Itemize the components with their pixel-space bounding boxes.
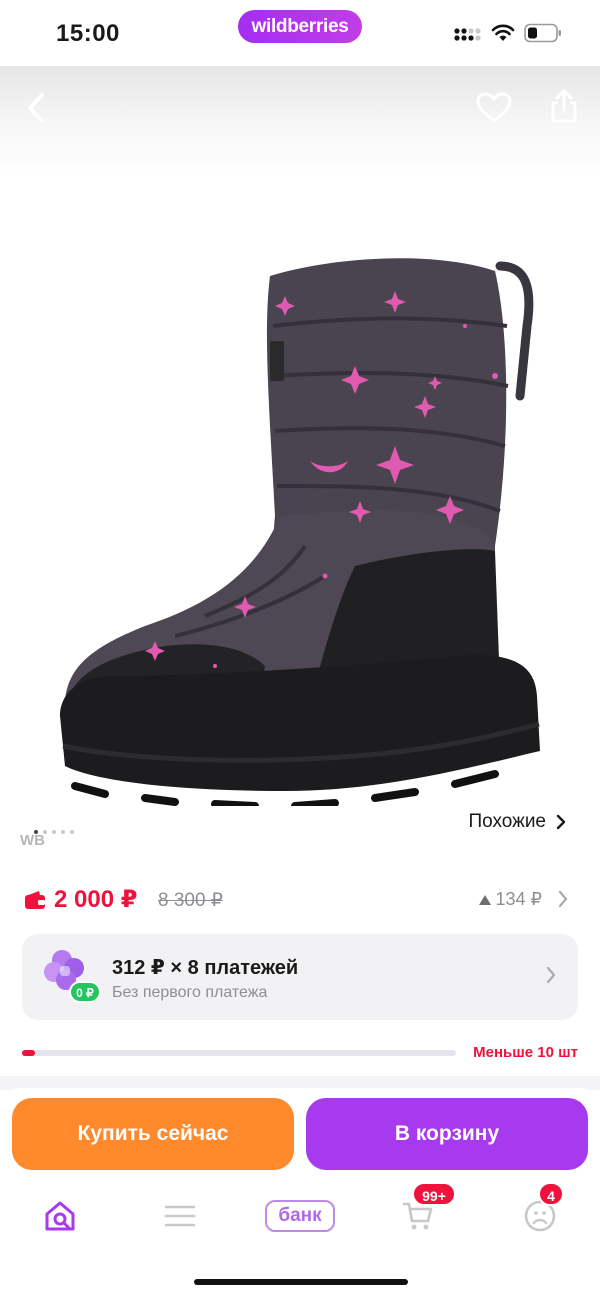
triangle-up-icon bbox=[478, 894, 491, 905]
brand-logo: wildberries bbox=[238, 10, 362, 43]
home-search-icon bbox=[45, 1201, 75, 1231]
share-icon bbox=[551, 89, 577, 123]
price-history[interactable]: 134 ₽ bbox=[478, 889, 543, 910]
stock-progress-fill bbox=[22, 1050, 36, 1056]
similar-products-link[interactable]: Похожие bbox=[468, 811, 566, 833]
installment-clover-icon: 0 ₽ bbox=[44, 950, 101, 1003]
status-icons bbox=[454, 22, 562, 44]
gallery-dot bbox=[52, 830, 56, 834]
cart-badge: 99+ bbox=[412, 1182, 456, 1206]
product-image[interactable] bbox=[55, 246, 545, 806]
gallery-dot bbox=[61, 830, 65, 834]
bank-label: банк bbox=[265, 1200, 335, 1232]
chevron-right-icon bbox=[558, 890, 568, 908]
price-delta-value: 134 ₽ bbox=[495, 889, 543, 909]
product-gallery[interactable] bbox=[0, 66, 600, 856]
stock-progress-track bbox=[22, 1050, 456, 1056]
chevron-right-icon bbox=[546, 966, 556, 984]
installment-title: 312 ₽ × 8 платежей bbox=[112, 957, 299, 979]
similar-label: Похожие bbox=[468, 811, 546, 832]
tab-catalog[interactable] bbox=[150, 1186, 210, 1246]
gallery-dot bbox=[70, 830, 74, 834]
chevron-right-icon bbox=[556, 814, 566, 830]
profile-badge: 4 bbox=[538, 1182, 564, 1206]
wallet-icon bbox=[25, 891, 45, 909]
chevron-left-icon bbox=[28, 93, 44, 123]
favorite-button[interactable] bbox=[472, 86, 516, 130]
gallery-dot-active bbox=[34, 830, 38, 834]
tab-bar: банк 99+ 4 bbox=[0, 1182, 600, 1246]
wifi-icon bbox=[491, 24, 515, 41]
price-current: 2 000 ₽ bbox=[54, 886, 138, 913]
status-time: 15:00 bbox=[56, 20, 120, 47]
installment-subtitle: Без первого платежа bbox=[112, 984, 268, 1001]
share-button[interactable] bbox=[542, 84, 586, 128]
menu-icon bbox=[164, 1205, 196, 1227]
home-indicator bbox=[194, 1279, 408, 1285]
status-bar: 15:00 wildberries bbox=[0, 0, 600, 66]
add-to-cart-button[interactable]: В корзину bbox=[306, 1098, 588, 1170]
tab-profile[interactable]: 4 bbox=[510, 1182, 570, 1246]
stock-label: Меньше 10 шт bbox=[473, 1044, 578, 1061]
gallery-dot bbox=[43, 830, 47, 834]
cellular-signal-icon bbox=[454, 28, 481, 41]
battery-icon bbox=[524, 23, 561, 43]
gallery-pagination bbox=[34, 830, 74, 834]
price-old: 8 300 ₽ bbox=[158, 890, 223, 911]
installment-badge: 0 ₽ bbox=[76, 986, 94, 1000]
heart-icon bbox=[476, 92, 512, 123]
tab-cart[interactable]: 99+ bbox=[388, 1182, 456, 1246]
installment-card[interactable]: 0 ₽ 312 ₽ × 8 платежей Без первого плате… bbox=[22, 934, 578, 1020]
tab-home[interactable] bbox=[30, 1186, 90, 1246]
back-button[interactable] bbox=[14, 86, 58, 130]
gallery-watermark: WB bbox=[20, 832, 45, 849]
price-row[interactable]: 2 000 ₽ 8 300 ₽ 134 ₽ bbox=[24, 884, 576, 918]
buy-now-button[interactable]: Купить сейчас bbox=[12, 1098, 294, 1170]
stock-indicator: Меньше 10 шт bbox=[22, 1044, 578, 1064]
tab-bank[interactable]: банк bbox=[262, 1186, 338, 1246]
